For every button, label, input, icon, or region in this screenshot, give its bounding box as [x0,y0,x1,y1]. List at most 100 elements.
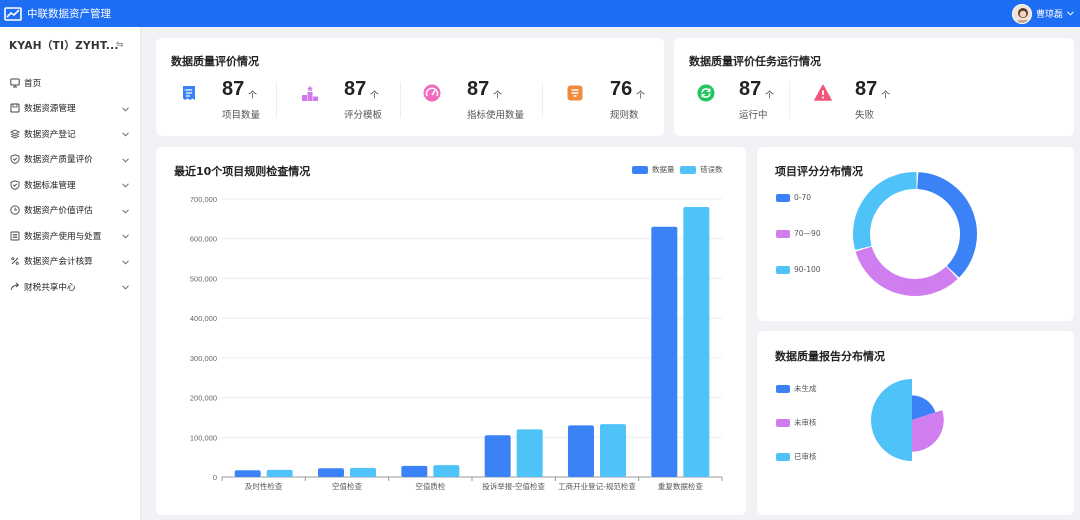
collapse-sidebar-icon[interactable]: ⇋ [116,40,124,50]
monitor-icon [9,78,20,88]
bar-error-count[interactable] [350,467,376,477]
x-tick-label: 及时性检查 [245,481,283,491]
donut-slice[interactable] [855,246,958,296]
stat-value: 87 [222,78,245,100]
stat-value: 76 [610,78,633,100]
podium-icon [301,84,319,102]
stat-label: 规则数 [610,110,639,121]
sidebar-item-label: 数据标准管理 [24,180,76,191]
share-icon [9,282,20,292]
bar-error-count[interactable] [266,469,293,477]
x-tick-label: 空值检查 [332,481,362,491]
top-bar: 中联数据资产管理 曹琼磊 [0,0,1080,27]
sidebar-item[interactable]: 数据资产会计核算 [0,249,140,275]
y-tick-label: 300,000 [190,354,217,363]
chevron-down-icon[interactable] [122,232,129,242]
org-name: KYAH（TI）ZYHT... [9,39,119,52]
report-distribution-card: 数据质量报告分布情况 未生成 未审核 已审核 [757,331,1074,515]
sidebar-item[interactable]: 数据资源管理 [0,96,140,122]
chevron-down-icon[interactable] [122,130,129,140]
stat-divider [276,82,277,118]
org-switcher[interactable]: KYAH（TI）ZYHT... ⇋ [0,27,140,63]
user-name[interactable]: 曹琼磊 [1036,7,1063,20]
sidebar-item-label: 数据资产价值评估 [24,206,93,217]
x-tick-label: 重复数据检查 [658,481,703,491]
sidebar-item-label: 数据资产登记 [24,129,76,140]
y-tick-label: 200,000 [190,394,217,403]
bar-data-volume[interactable] [234,470,261,477]
stat-value: 87 [467,78,490,100]
sidebar-item-label: 数据资产使用与处置 [24,231,102,242]
sidebar-item-label: 财税共享中心 [24,282,76,293]
list-icon [9,231,20,241]
chevron-down-icon[interactable] [122,207,129,217]
bar-data-volume[interactable] [318,468,344,477]
sidebar-item[interactable]: 财税共享中心 [0,274,140,300]
stat-block: 76 个规则数 [566,78,686,122]
stat-value: 87 [739,78,762,100]
bar-data-volume[interactable] [401,465,428,477]
sidebar-item[interactable]: 数据资产登记 [0,121,140,147]
clock-icon [9,205,20,215]
stat-block: 87 个失败 [814,78,934,122]
chevron-down-icon[interactable] [122,156,129,166]
donut-slice[interactable] [917,172,977,278]
stat-block: 87 个运行中 [697,78,817,122]
stat-block: 87 个评分模板 [301,78,421,122]
chevron-down-icon[interactable] [1067,9,1074,19]
app-title: 中联数据资产管理 [27,8,111,20]
stat-label: 项目数量 [222,110,261,121]
stat-label: 评分模板 [344,110,383,121]
sidebar-item[interactable]: 数据资产质量评价 [0,147,140,173]
bar-data-volume[interactable] [568,425,594,477]
app-logo-icon [4,6,22,21]
sidebar-item[interactable]: 数据标准管理 [0,172,140,198]
x-tick-label: 空值质检 [415,481,445,491]
rose-slice[interactable] [871,379,912,461]
task-stats-title: 数据质量评价任务运行情况 [689,55,821,68]
save-icon [9,103,20,113]
layers-icon [9,129,20,139]
sidebar-menu: 首页数据资源管理数据资产登记数据资产质量评价 数据标准管理数据资产价值评估 数据资产… [0,70,140,300]
sidebar-item[interactable]: 数据资产使用与处置 [0,223,140,249]
chevron-down-icon[interactable] [122,283,129,293]
chevron-down-icon[interactable] [122,258,129,268]
sidebar-item[interactable]: 数据资产价值评估 [0,198,140,224]
stat-value: 87 [855,78,878,100]
x-tick-label: 投诉举报-空值检查 [482,481,545,491]
bar-data-volume[interactable] [651,226,678,477]
stat-block: 87 个项目数量 [180,78,300,122]
bar-error-count[interactable] [433,465,460,477]
donut-chart [853,172,977,296]
y-tick-label: 600,000 [190,235,217,244]
bar-error-count[interactable] [516,429,543,477]
sidebar-item[interactable]: 首页 [0,70,140,96]
refresh-icon [697,84,715,102]
bar-error-count[interactable] [683,206,710,477]
doc-icon [566,84,584,102]
donut-slice[interactable] [853,172,917,250]
y-tick-label: 100,000 [190,433,217,442]
rule-check-chart-card: 最近10个项目规则检查情况 数据量 错误数 0 100,000 200,000 300… [156,147,746,515]
bar-data-volume[interactable] [484,435,511,477]
bar-error-count[interactable] [600,424,626,477]
shield-check-icon [9,154,20,165]
y-tick-label: 700,000 [190,195,217,204]
percent-icon [9,256,20,266]
stat-unit: 个 [370,91,380,101]
stat-label: 指标使用数量 [467,110,525,121]
stat-divider [400,82,401,118]
shield-check-icon [9,180,20,190]
sidebar-item-label: 首页 [24,78,42,89]
sidebar-item-label: 数据资产会计核算 [24,257,93,268]
y-tick-label: 400,000 [190,314,217,323]
stat-unit: 个 [881,91,891,101]
stat-block: 87 个指标使用数量 [423,78,543,122]
avatar[interactable] [1011,3,1032,24]
chevron-down-icon[interactable] [122,181,129,191]
chevron-down-icon[interactable] [122,105,129,115]
y-tick-label: 500,000 [190,274,217,283]
list-doc-icon [180,84,198,102]
sidebar-item-label: 数据资产质量评价 [24,155,93,166]
user-menu[interactable]: 曹琼磊 [1011,0,1074,27]
